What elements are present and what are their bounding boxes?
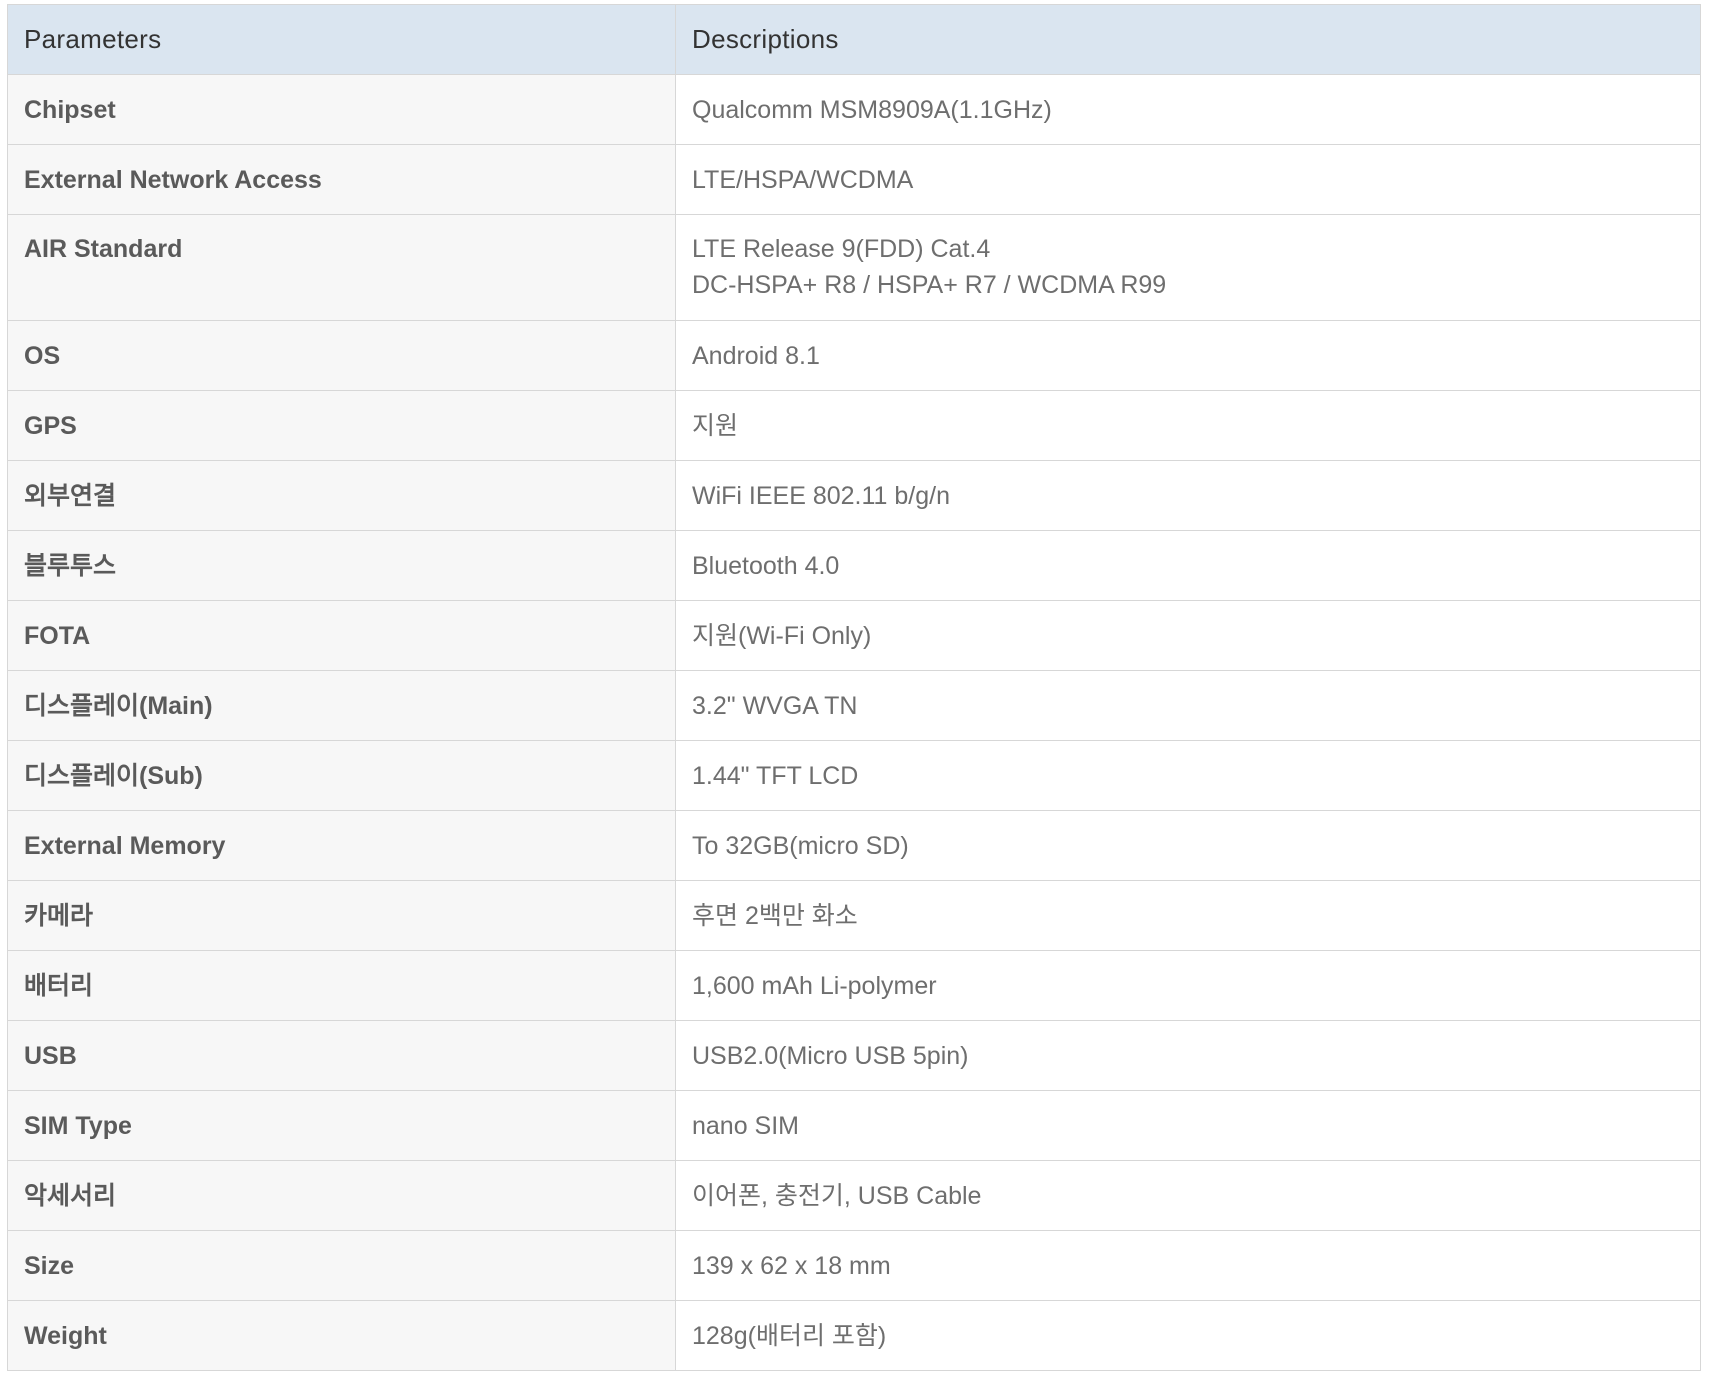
desc-text: 139 x 62 x 18 mm [692,1251,891,1280]
desc-text: 이어폰, 충전기, USB Cable [692,1181,982,1210]
param-cell: Size [7,1230,676,1301]
table-row: 외부연결 WiFi IEEE 802.11 b/g/n [7,460,1701,531]
desc-text: Qualcomm MSM8909A(1.1GHz) [692,95,1052,124]
table-row: 악세서리 이어폰, 충전기, USB Cable [7,1160,1701,1231]
spec-table-body: Chipset Qualcomm MSM8909A(1.1GHz) Extern… [7,74,1701,1371]
param-cell: External Memory [7,810,676,881]
param-cell: 블루투스 [7,530,676,601]
param-cell: Weight [7,1300,676,1371]
table-row: SIM Type nano SIM [7,1090,1701,1161]
desc-cell: 139 x 62 x 18 mm [675,1230,1701,1301]
param-cell: GPS [7,390,676,461]
desc-text: To 32GB(micro SD) [692,831,909,860]
desc-cell: LTE Release 9(FDD) Cat.4 DC-HSPA+ R8 / H… [675,214,1701,321]
desc-cell: Qualcomm MSM8909A(1.1GHz) [675,74,1701,145]
param-cell: Chipset [7,74,676,145]
desc-text: 후면 2백만 화소 [692,901,858,930]
desc-cell: 3.2" WVGA TN [675,670,1701,741]
desc-text: WiFi IEEE 802.11 b/g/n [692,481,950,510]
table-row: 디스플레이(Main) 3.2" WVGA TN [7,670,1701,741]
desc-cell: 1,600 mAh Li-polymer [675,950,1701,1021]
desc-text: 1,600 mAh Li-polymer [692,971,937,1000]
table-row: 배터리 1,600 mAh Li-polymer [7,950,1701,1021]
table-row: 카메라 후면 2백만 화소 [7,880,1701,951]
desc-text: Android 8.1 [692,341,820,370]
desc-cell: WiFi IEEE 802.11 b/g/n [675,460,1701,531]
table-row: 디스플레이(Sub) 1.44" TFT LCD [7,740,1701,811]
spec-table-container: Parameters Descriptions Chipset Qualcomm… [7,4,1701,1371]
desc-text-line-1: LTE Release 9(FDD) Cat.4 [692,235,991,263]
param-cell: 카메라 [7,880,676,951]
desc-cell: 지원(Wi-Fi Only) [675,600,1701,671]
desc-cell: USB2.0(Micro USB 5pin) [675,1020,1701,1091]
desc-text: nano SIM [692,1111,800,1140]
desc-text: 128g(배터리 포함) [692,1321,887,1350]
desc-cell: 1.44" TFT LCD [675,740,1701,811]
param-cell: External Network Access [7,144,676,215]
desc-text: USB2.0(Micro USB 5pin) [692,1041,969,1070]
desc-text: LTE/HSPA/WCDMA [692,165,914,194]
table-row: AIR Standard LTE Release 9(FDD) Cat.4 DC… [7,214,1701,321]
desc-cell: 지원 [675,390,1701,461]
table-row: GPS 지원 [7,390,1701,461]
table-row: Size 139 x 62 x 18 mm [7,1230,1701,1301]
desc-cell: 128g(배터리 포함) [675,1300,1701,1371]
header-descriptions: Descriptions [675,4,1701,75]
desc-cell: nano SIM [675,1090,1701,1161]
table-row: USB USB2.0(Micro USB 5pin) [7,1020,1701,1091]
param-cell: 디스플레이(Main) [7,670,676,741]
param-cell: USB [7,1020,676,1091]
param-cell: AIR Standard [7,214,676,321]
table-row: 블루투스 Bluetooth 4.0 [7,530,1701,601]
param-cell: 배터리 [7,950,676,1021]
desc-cell: To 32GB(micro SD) [675,810,1701,881]
param-cell: SIM Type [7,1090,676,1161]
desc-text-line-2: DC-HSPA+ R8 / HSPA+ R7 / WCDMA R99 [692,271,1167,299]
table-row: Weight 128g(배터리 포함) [7,1300,1701,1371]
desc-text: 지원(Wi-Fi Only) [692,621,872,650]
desc-cell: 이어폰, 충전기, USB Cable [675,1160,1701,1231]
desc-cell: LTE/HSPA/WCDMA [675,144,1701,215]
desc-cell: Bluetooth 4.0 [675,530,1701,601]
table-row: Chipset Qualcomm MSM8909A(1.1GHz) [7,74,1701,145]
table-row: External Network Access LTE/HSPA/WCDMA [7,144,1701,215]
param-cell: 디스플레이(Sub) [7,740,676,811]
desc-cell: Android 8.1 [675,320,1701,391]
table-row: FOTA 지원(Wi-Fi Only) [7,600,1701,671]
desc-text: 1.44" TFT LCD [692,761,859,790]
desc-text: Bluetooth 4.0 [692,551,840,580]
desc-text: 지원 [692,411,739,440]
param-cell: 외부연결 [7,460,676,531]
table-header-row: Parameters Descriptions [7,4,1701,75]
param-cell: OS [7,320,676,391]
desc-text: 3.2" WVGA TN [692,691,858,720]
spec-table: Parameters Descriptions Chipset Qualcomm… [7,4,1701,1371]
param-cell: FOTA [7,600,676,671]
header-parameters: Parameters [7,4,676,75]
table-row: OS Android 8.1 [7,320,1701,391]
desc-cell: 후면 2백만 화소 [675,880,1701,951]
param-cell: 악세서리 [7,1160,676,1231]
table-row: External Memory To 32GB(micro SD) [7,810,1701,881]
